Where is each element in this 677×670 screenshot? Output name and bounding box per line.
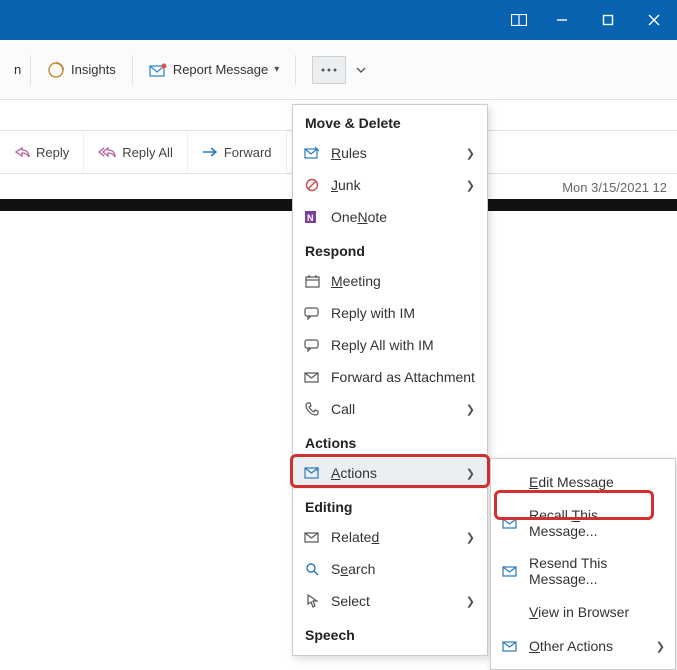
close-button[interactable] (631, 0, 677, 40)
insights-icon (47, 61, 65, 79)
chevron-right-icon: ❯ (656, 640, 665, 653)
submenu-item-edit-message[interactable]: Edit Message (491, 465, 675, 499)
reply-all-im-label: Reply All with IM (331, 337, 475, 353)
submenu-item-resend[interactable]: Resend This Message... (491, 547, 675, 595)
edit-message-label: Edit Message (529, 474, 665, 490)
forward-label: Forward (224, 145, 272, 160)
svg-text:N: N (307, 213, 314, 223)
reply-all-button[interactable]: Reply All (84, 131, 188, 173)
title-bar (0, 0, 677, 40)
call-label: Call (331, 401, 456, 417)
meeting-label: Meeting (331, 273, 475, 289)
reply-all-label: Reply All (122, 145, 173, 160)
reply-im-label: Reply with IM (331, 305, 475, 321)
recall-icon (501, 514, 519, 532)
more-actions-button[interactable] (312, 56, 346, 84)
chevron-right-icon: ❯ (466, 147, 475, 160)
reply-im-icon (303, 304, 321, 322)
search-icon (303, 560, 321, 578)
other-actions-icon (501, 637, 519, 655)
menu-item-select[interactable]: Select ❯ (293, 585, 487, 617)
related-label: Related (331, 529, 456, 545)
menu-item-junk[interactable]: Junk ❯ (293, 169, 487, 201)
menu-item-forward-attachment[interactable]: Forward as Attachment (293, 361, 487, 393)
search-label: Search (331, 561, 475, 577)
maximize-button[interactable] (585, 0, 631, 40)
menu-item-onenote[interactable]: N OneNote (293, 201, 487, 233)
call-icon (303, 400, 321, 418)
chevron-right-icon: ❯ (466, 467, 475, 480)
menu-item-reply-im[interactable]: Reply with IM (293, 297, 487, 329)
menu-item-actions[interactable]: Actions ❯ (293, 457, 487, 489)
submenu-item-recall[interactable]: Recall This Message... (491, 499, 675, 547)
chevron-right-icon: ❯ (466, 403, 475, 416)
rules-label: Rules (331, 145, 456, 161)
blank-icon (501, 603, 519, 621)
actions-submenu: Edit Message Recall This Message... Rese… (490, 458, 676, 670)
chevron-right-icon: ❯ (466, 595, 475, 608)
more-actions-menu: Move & Delete Rules ❯ Junk ❯ N OneNote R… (292, 104, 488, 656)
menu-item-search[interactable]: Search (293, 553, 487, 585)
menu-item-call[interactable]: Call ❯ (293, 393, 487, 425)
actions-icon (303, 464, 321, 482)
separator (30, 55, 31, 85)
forward-icon (202, 147, 218, 157)
ribbon-toolbar: n Insights Report Message ▾ (0, 40, 677, 100)
onenote-icon: N (303, 208, 321, 226)
report-message-button[interactable]: Report Message ▾ (141, 51, 287, 89)
chevron-right-icon: ❯ (466, 179, 475, 192)
resend-label: Resend This Message... (529, 555, 665, 587)
separator (295, 55, 296, 85)
reply-label: Reply (36, 145, 69, 160)
junk-label: Junk (331, 177, 456, 193)
minimize-button[interactable] (539, 0, 585, 40)
section-speech: Speech (293, 617, 487, 649)
chevron-right-icon: ❯ (466, 531, 475, 544)
separator (132, 55, 133, 85)
reply-all-icon (98, 146, 116, 158)
section-actions: Actions (293, 425, 487, 457)
submenu-item-other-actions[interactable]: Other Actions ❯ (491, 629, 675, 663)
forward-attachment-label: Forward as Attachment (331, 369, 475, 385)
junk-icon (303, 176, 321, 194)
section-move-delete: Move & Delete (293, 105, 487, 137)
forward-button[interactable]: Forward (188, 131, 287, 173)
submenu-item-view-browser[interactable]: View in Browser (491, 595, 675, 629)
other-actions-label: Other Actions (529, 638, 646, 654)
report-message-icon (149, 63, 167, 77)
onenote-label: OneNote (331, 209, 475, 225)
blank-icon (501, 473, 519, 491)
forward-attachment-icon (303, 368, 321, 386)
view-browser-label: View in Browser (529, 604, 665, 620)
menu-item-reply-all-im[interactable]: Reply All with IM (293, 329, 487, 361)
menu-item-related[interactable]: Related ❯ (293, 521, 487, 553)
select-label: Select (331, 593, 456, 609)
report-message-label: Report Message (173, 62, 268, 77)
ribbon-item-truncated[interactable]: n (6, 51, 22, 89)
ribbon-collapse-caret-icon[interactable] (356, 65, 366, 75)
menu-item-rules[interactable]: Rules ❯ (293, 137, 487, 169)
tab-view-icon[interactable] (499, 0, 539, 40)
reply-button[interactable]: Reply (0, 131, 84, 173)
reply-all-im-icon (303, 336, 321, 354)
rules-icon (303, 144, 321, 162)
resend-icon (501, 562, 519, 580)
dropdown-caret-icon: ▾ (274, 64, 279, 75)
section-respond: Respond (293, 233, 487, 265)
reply-icon (14, 146, 30, 158)
recall-label: Recall This Message... (529, 507, 665, 539)
meeting-icon (303, 272, 321, 290)
select-icon (303, 592, 321, 610)
section-editing: Editing (293, 489, 487, 521)
menu-item-meeting[interactable]: Meeting (293, 265, 487, 297)
actions-label: Actions (331, 465, 456, 481)
insights-button[interactable]: Insights (39, 51, 124, 89)
insights-label: Insights (71, 62, 116, 77)
related-icon (303, 528, 321, 546)
